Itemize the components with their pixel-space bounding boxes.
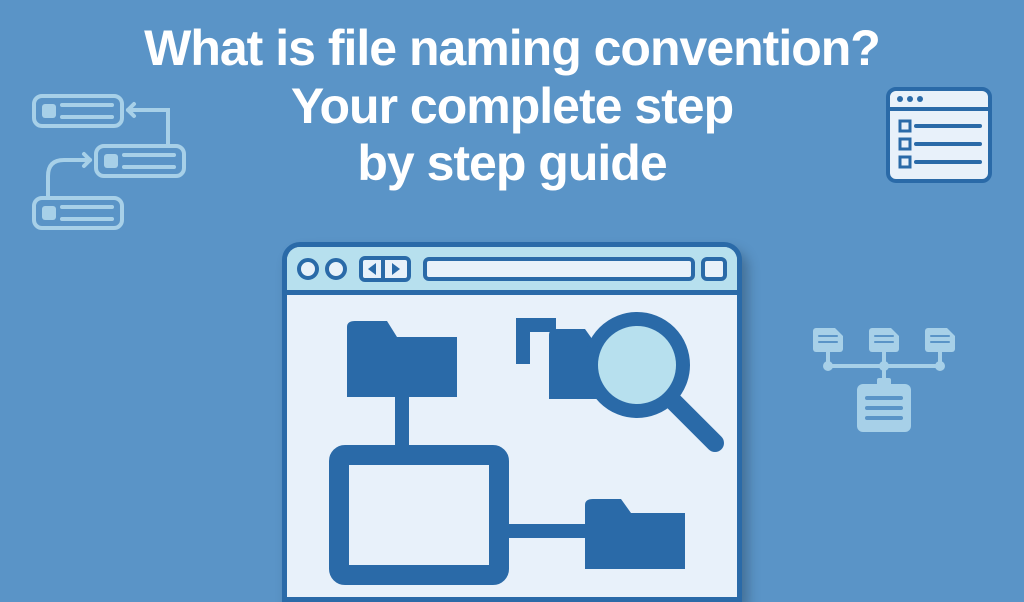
- window-dot-icon: [325, 258, 347, 280]
- folder-icon: [585, 499, 685, 569]
- checklist-window-icon: [884, 85, 994, 190]
- monitor-icon: [339, 455, 499, 575]
- flow-cards-icon: [28, 90, 208, 245]
- browser-body: [287, 295, 737, 597]
- folder-icon: [347, 321, 457, 397]
- magnifier-icon: [591, 319, 715, 443]
- address-bar: [423, 257, 695, 281]
- window-dot-icon: [297, 258, 319, 280]
- nav-forward-icon: [385, 256, 411, 282]
- browser-topbar: [287, 247, 737, 295]
- toolbar-button-icon: [701, 257, 727, 281]
- title-line-1: What is file naming convention?: [0, 20, 1024, 78]
- nav-back-icon: [359, 256, 385, 282]
- nav-group: [359, 256, 411, 282]
- file-tree-icon: [809, 320, 969, 455]
- browser-window: [282, 242, 742, 602]
